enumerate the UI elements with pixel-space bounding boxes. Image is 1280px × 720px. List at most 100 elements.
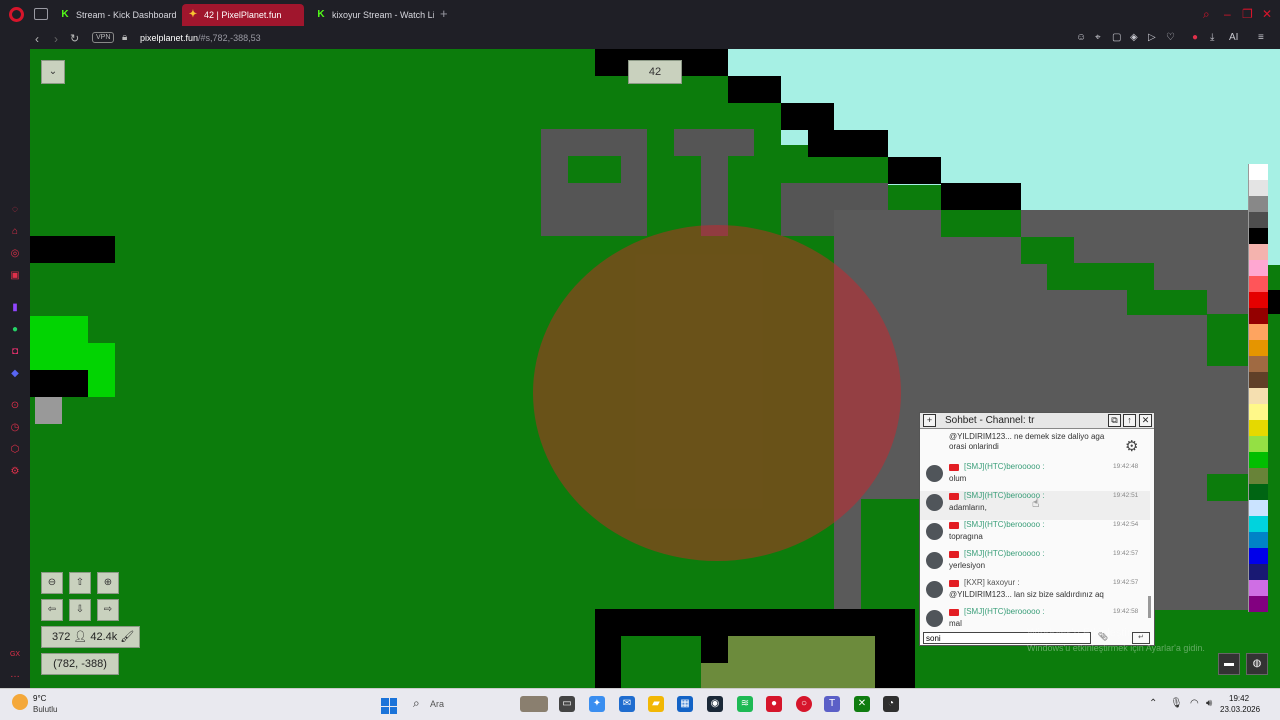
taskbar-search[interactable]: Ara	[430, 699, 444, 709]
chat-message[interactable]: [SMJ](HTC)berooooo : 19:42:48 olum	[920, 462, 1150, 491]
palette-swatch[interactable]	[1248, 212, 1268, 228]
opera-logo-icon[interactable]	[9, 7, 24, 22]
task-view-icon[interactable]: ▭	[559, 696, 575, 712]
teams-icon[interactable]: T	[824, 696, 840, 712]
discord-icon[interactable]: ◆	[9, 368, 21, 380]
minimize-button[interactable]: –	[1224, 7, 1231, 21]
extensions-icon[interactable]: ⬡	[9, 444, 21, 456]
zoom-in-button[interactable]: ⊕	[97, 572, 119, 594]
tab-pixelplanet[interactable]: ✦ 42 | PixelPlanet.fun	[182, 4, 304, 26]
aria-ai-icon[interactable]: AI	[1229, 32, 1238, 43]
file-explorer-icon[interactable]: ▰	[648, 696, 664, 712]
profile-icon[interactable]: ●	[1192, 32, 1198, 43]
palette-swatch[interactable]	[1248, 516, 1268, 532]
whatsapp-icon[interactable]: ●	[9, 324, 21, 336]
menu-collapse-button[interactable]: ⌄	[41, 60, 65, 84]
clock-time[interactable]: 19:42	[1229, 694, 1249, 703]
opera-gx-icon[interactable]: ●	[766, 696, 782, 712]
xbox-icon[interactable]: ✕	[854, 696, 870, 712]
chat-message[interactable]: [SMJ](HTC)berooooo : 19:42:54 topragına	[920, 520, 1150, 549]
snapshot-icon[interactable]: ▢	[1112, 32, 1121, 43]
emoji-icon[interactable]: ☺	[1076, 32, 1086, 43]
zoom-out-button[interactable]: ⊖	[41, 572, 63, 594]
chat-username[interactable]: [SMJ](HTC)berooooo :	[964, 549, 1044, 558]
chat-add-tab-button[interactable]: +	[923, 414, 936, 427]
chat-username[interactable]: [SMJ](HTC)berooooo :	[964, 520, 1044, 529]
player-icon[interactable]: ▷	[1148, 32, 1156, 43]
back-icon[interactable]: ‹	[35, 32, 39, 46]
settings-icon[interactable]: ⚙	[9, 466, 21, 478]
palette-swatch[interactable]	[1248, 484, 1268, 500]
vpn-badge[interactable]: VPN	[92, 32, 115, 43]
tab-kixoyur-stream[interactable]: K kixoyur Stream - Watch Li	[310, 4, 434, 26]
chat-username[interactable]: [KXR] kaxoyur :	[964, 578, 1020, 587]
steam-icon[interactable]: ◉	[707, 696, 723, 712]
wifi-icon[interactable]: ◠	[1190, 698, 1199, 709]
palette-swatch[interactable]	[1248, 452, 1268, 468]
chat-window[interactable]: + Sohbet - Channel: tr ⧉ ↑ ✕ @YILDIRIM12…	[919, 412, 1155, 646]
palette-swatch[interactable]	[1248, 228, 1268, 244]
palette-swatch[interactable]	[1248, 404, 1268, 420]
volume-icon[interactable]: 🔊︎	[1206, 698, 1212, 709]
user-avatar[interactable]	[926, 523, 943, 540]
microphone-icon[interactable]: 🎙︎	[1170, 698, 1183, 709]
aria-icon[interactable]: ◌	[9, 204, 21, 216]
palette-swatch[interactable]	[1248, 292, 1268, 308]
outlook-icon[interactable]: ✉	[619, 696, 635, 712]
palette-swatch[interactable]	[1248, 308, 1268, 324]
search-icon[interactable]: ⌕	[413, 696, 420, 711]
chat-settings-gear-icon[interactable]: ⚙	[1125, 437, 1138, 455]
palette-swatch[interactable]	[1248, 420, 1268, 436]
palette-swatch[interactable]	[1248, 276, 1268, 292]
gx-icon[interactable]: GX	[9, 649, 21, 661]
instagram-icon[interactable]: ◘	[9, 346, 21, 358]
palette-swatch[interactable]	[1248, 436, 1268, 452]
menu-icon[interactable]: ≡	[1258, 32, 1264, 43]
shop-icon[interactable]: ⌂	[9, 226, 21, 238]
palette-swatch[interactable]	[1248, 164, 1268, 180]
more-icon[interactable]: …	[9, 669, 21, 681]
chat-message[interactable]: [SMJ](HTC)berooooo : 19:42:57 yerlesiyon	[920, 549, 1150, 578]
search-highlight-image[interactable]	[520, 696, 548, 712]
user-avatar[interactable]	[926, 552, 943, 569]
url-field[interactable]: pixelplanet.fun/#s,782,-388,53	[140, 33, 261, 43]
history-icon[interactable]: ◷	[9, 422, 21, 434]
palette-swatch[interactable]	[1248, 500, 1268, 516]
lock-icon[interactable]: 🔒︎	[122, 32, 127, 43]
spotify-icon[interactable]: ≋	[737, 696, 753, 712]
clock-date[interactable]: 23.03.2026	[1220, 705, 1260, 714]
download-icon[interactable]: ⤓	[1210, 32, 1214, 43]
user-avatar[interactable]	[926, 494, 943, 511]
opera-icon[interactable]: ○	[796, 696, 812, 712]
palette-swatch[interactable]	[1248, 340, 1268, 356]
chat-username[interactable]: [SMJ](HTC)berooooo :	[964, 462, 1044, 471]
tab-switcher-icon[interactable]	[34, 8, 48, 20]
color-palette[interactable]	[1248, 164, 1268, 612]
weather-icon[interactable]	[12, 694, 28, 710]
move-up-button[interactable]: ⇧	[69, 572, 91, 594]
search-tabs-icon[interactable]: ⌕	[1203, 7, 1210, 22]
chat-toggle-icon[interactable]: ▬	[1218, 653, 1240, 675]
new-tab-button[interactable]: +	[440, 6, 448, 21]
pin-icon[interactable]: ⌖	[1095, 32, 1101, 43]
weather-temperature[interactable]: 9°C	[33, 694, 46, 703]
copilot-icon[interactable]: ✦	[589, 696, 605, 712]
user-avatar[interactable]	[926, 465, 943, 482]
reload-icon[interactable]: ↻	[70, 32, 79, 45]
shield-icon[interactable]: ◈	[1130, 32, 1138, 43]
palette-swatch[interactable]	[1248, 244, 1268, 260]
chat-header[interactable]: + Sohbet - Channel: tr ⧉ ↑ ✕	[920, 413, 1154, 429]
tray-overflow-icon[interactable]: ⌃	[1149, 698, 1157, 709]
move-down-button[interactable]: ⇩	[69, 599, 91, 621]
palette-swatch[interactable]	[1248, 372, 1268, 388]
twitch-icon[interactable]: ▮	[9, 302, 21, 314]
chat-username[interactable]: [SMJ](HTC)berooooo :	[964, 607, 1044, 616]
chat-maximize-button[interactable]: ↑	[1123, 414, 1136, 427]
maximize-button[interactable]: ❐	[1242, 7, 1253, 21]
chat-popout-button[interactable]: ⧉	[1108, 414, 1121, 427]
palette-swatch[interactable]	[1248, 564, 1268, 580]
palette-swatch[interactable]	[1248, 356, 1268, 372]
move-right-button[interactable]: ⇨	[97, 599, 119, 621]
palette-swatch[interactable]	[1248, 324, 1268, 340]
move-left-button[interactable]: ⇦	[41, 599, 63, 621]
